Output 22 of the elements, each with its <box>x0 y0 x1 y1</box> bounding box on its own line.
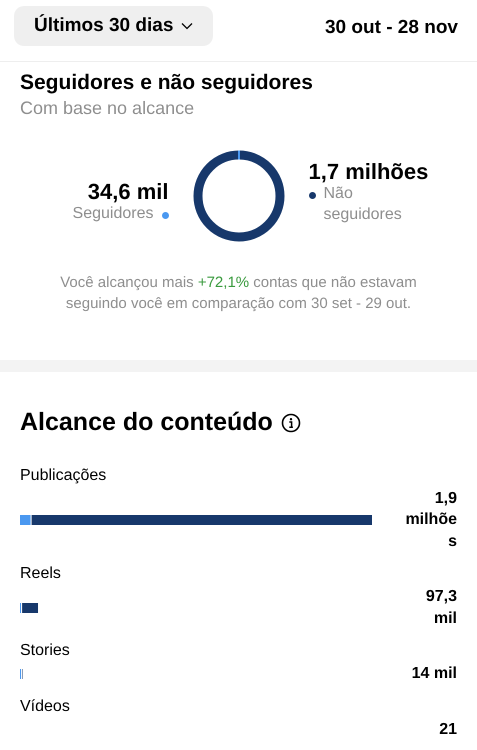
legend-label: Não seguidores <box>324 184 403 225</box>
comparison-note: Você alcançou mais +72,1% contas que não estavam seguindo você em comparação com 30 set - 29 out. <box>59 273 418 314</box>
legend-value: 1,7 milhões <box>308 158 430 184</box>
reach-total: 97,3 mil <box>424 587 457 629</box>
category-label: Stories <box>20 641 71 662</box>
category-label: Vídeos <box>20 697 71 718</box>
period-dropdown[interactable]: Últimos 30 dias <box>14 6 214 46</box>
legend-label: Seguidores <box>72 204 154 224</box>
category-label: Publicações <box>20 466 108 486</box>
info-icon[interactable] <box>280 412 301 433</box>
bar <box>20 602 38 613</box>
reach-total: 21 <box>438 720 457 740</box>
reach-total: 1,9 milhões <box>404 488 457 552</box>
legend-value: 34,6 mil <box>86 179 168 204</box>
reach-total: 14 mil <box>410 664 457 684</box>
section-title: Alcance do conteúdo <box>20 407 273 438</box>
section-title: Seguidores e não seguidores <box>20 70 314 96</box>
chevron-down-icon <box>181 22 194 30</box>
category-label: Reels <box>20 564 62 584</box>
section-subtitle: Com base no alcance <box>20 97 196 120</box>
date-range: 30 out - 28 nov <box>324 16 458 40</box>
bar <box>20 669 23 680</box>
